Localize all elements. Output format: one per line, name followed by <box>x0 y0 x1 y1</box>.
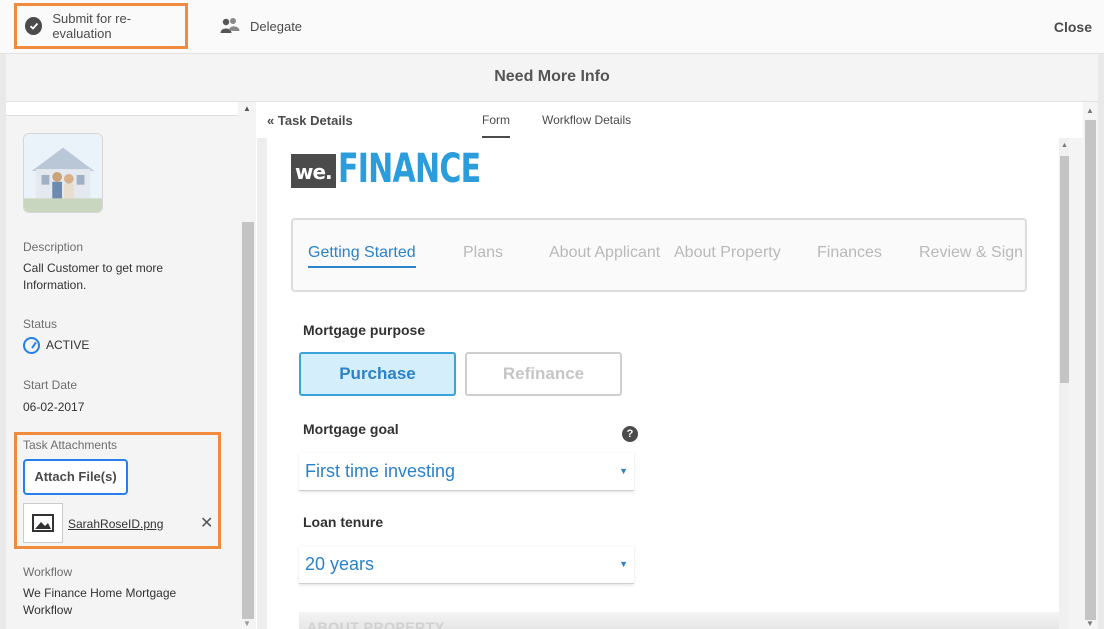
step-getting-started[interactable]: Getting Started <box>308 244 416 268</box>
workflow-label: Workflow <box>23 565 73 579</box>
close-button[interactable]: Close <box>1054 19 1092 35</box>
step-review-sign[interactable]: Review & Sign <box>919 244 1023 262</box>
delegate-users-icon <box>220 17 240 35</box>
panel-tabs: « Task Details Form Workflow Details <box>257 102 1098 138</box>
scroll-up-arrow-icon[interactable]: ▲ <box>1061 142 1068 149</box>
help-icon[interactable]: ? <box>622 426 638 442</box>
task-info-panel: Description Call Customer to get more In… <box>6 102 256 629</box>
task-details-back-button[interactable]: « Task Details <box>267 113 353 128</box>
description-value: Call Customer to get more Information. <box>23 261 164 292</box>
logo-finance: FINANCE <box>337 146 481 192</box>
double-chevron-left-icon: « <box>267 113 275 128</box>
right-edge <box>1098 54 1104 629</box>
caret-down-icon: ▼ <box>619 559 628 569</box>
tab-form[interactable]: Form <box>482 113 510 138</box>
remove-attachment-icon[interactable]: ✕ <box>200 513 213 533</box>
scroll-down-arrow-icon[interactable]: ▼ <box>1086 619 1094 628</box>
task-avatar <box>23 133 103 213</box>
panel-scrollbar-thumb[interactable] <box>1085 120 1096 620</box>
panel-header-strip <box>6 102 238 116</box>
workflow-value: We Finance Home Mortgage Workflow <box>23 586 177 617</box>
form-panel: « Task Details Form Workflow Details we.… <box>257 102 1098 629</box>
scroll-up-arrow-icon[interactable]: ▲ <box>1086 106 1094 115</box>
step-about-property[interactable]: About Property <box>674 244 781 262</box>
mortgage-goal-label: Mortgage goal <box>303 421 399 437</box>
status-text: ACTIVE <box>46 338 90 352</box>
loan-tenure-select[interactable]: 20 years ▼ <box>299 546 634 584</box>
loan-tenure-label: Loan tenure <box>303 514 384 530</box>
status-value: ACTIVE <box>23 337 223 355</box>
wizard-steps: Getting Started Plans About Applicant Ab… <box>291 218 1027 292</box>
checkmark-circle-icon <box>25 17 43 35</box>
about-property-heading: ABOUT PROPERTY <box>307 619 445 629</box>
start-date-value: 06-02-2017 <box>23 400 85 414</box>
page-title: Need More Info <box>6 54 1098 102</box>
submit-label: Submit for re-evaluation <box>52 11 132 41</box>
attachment-file-link[interactable]: SarahRoseID.png <box>68 517 163 531</box>
refinance-option-button[interactable]: Refinance <box>465 352 622 396</box>
mortgage-goal-value: First time investing <box>305 461 456 481</box>
form-scrollbar-thumb[interactable] <box>1060 156 1069 383</box>
logo-we: we. <box>291 154 336 188</box>
task-attachments-section: Task Attachments Attach File(s) SarahRos… <box>14 432 221 549</box>
attach-files-button[interactable]: Attach File(s) <box>23 459 128 495</box>
form-viewport: we. FINANCE Getting Started Plans About … <box>257 138 1069 629</box>
step-about-applicant[interactable]: About Applicant <box>549 244 660 262</box>
tab-workflow-details[interactable]: Workflow Details <box>542 113 631 127</box>
scroll-up-arrow-icon[interactable]: ▲ <box>243 104 251 113</box>
delegate-label: Delegate <box>250 18 303 34</box>
delegate-button[interactable]: Delegate <box>220 17 302 35</box>
clock-icon <box>23 337 40 355</box>
purchase-option-button[interactable]: Purchase <box>299 352 456 396</box>
image-file-icon <box>23 503 63 543</box>
description-label: Description <box>23 240 84 254</box>
start-date-label: Start Date <box>23 378 78 392</box>
submit-for-reevaluation-button[interactable]: Submit for re-evaluation <box>14 3 188 49</box>
left-scrollbar-thumb[interactable] <box>242 222 254 619</box>
scroll-down-arrow-icon[interactable]: ▼ <box>243 619 251 628</box>
mortgage-purpose-label: Mortgage purpose <box>303 322 426 338</box>
we-finance-logo: we. FINANCE <box>291 146 527 192</box>
status-label: Status <box>23 317 58 331</box>
step-plans[interactable]: Plans <box>463 244 503 262</box>
attachments-label: Task Attachments <box>23 438 118 452</box>
loan-tenure-value: 20 years <box>305 554 375 574</box>
top-toolbar: Submit for re-evaluation Delegate Close <box>0 0 1104 54</box>
caret-down-icon: ▼ <box>619 466 628 476</box>
mortgage-goal-select[interactable]: First time investing ▼ <box>299 453 634 491</box>
task-details-label: Task Details <box>277 113 353 128</box>
mortgage-form: we. FINANCE Getting Started Plans About … <box>267 138 1059 629</box>
step-finances[interactable]: Finances <box>817 244 882 262</box>
